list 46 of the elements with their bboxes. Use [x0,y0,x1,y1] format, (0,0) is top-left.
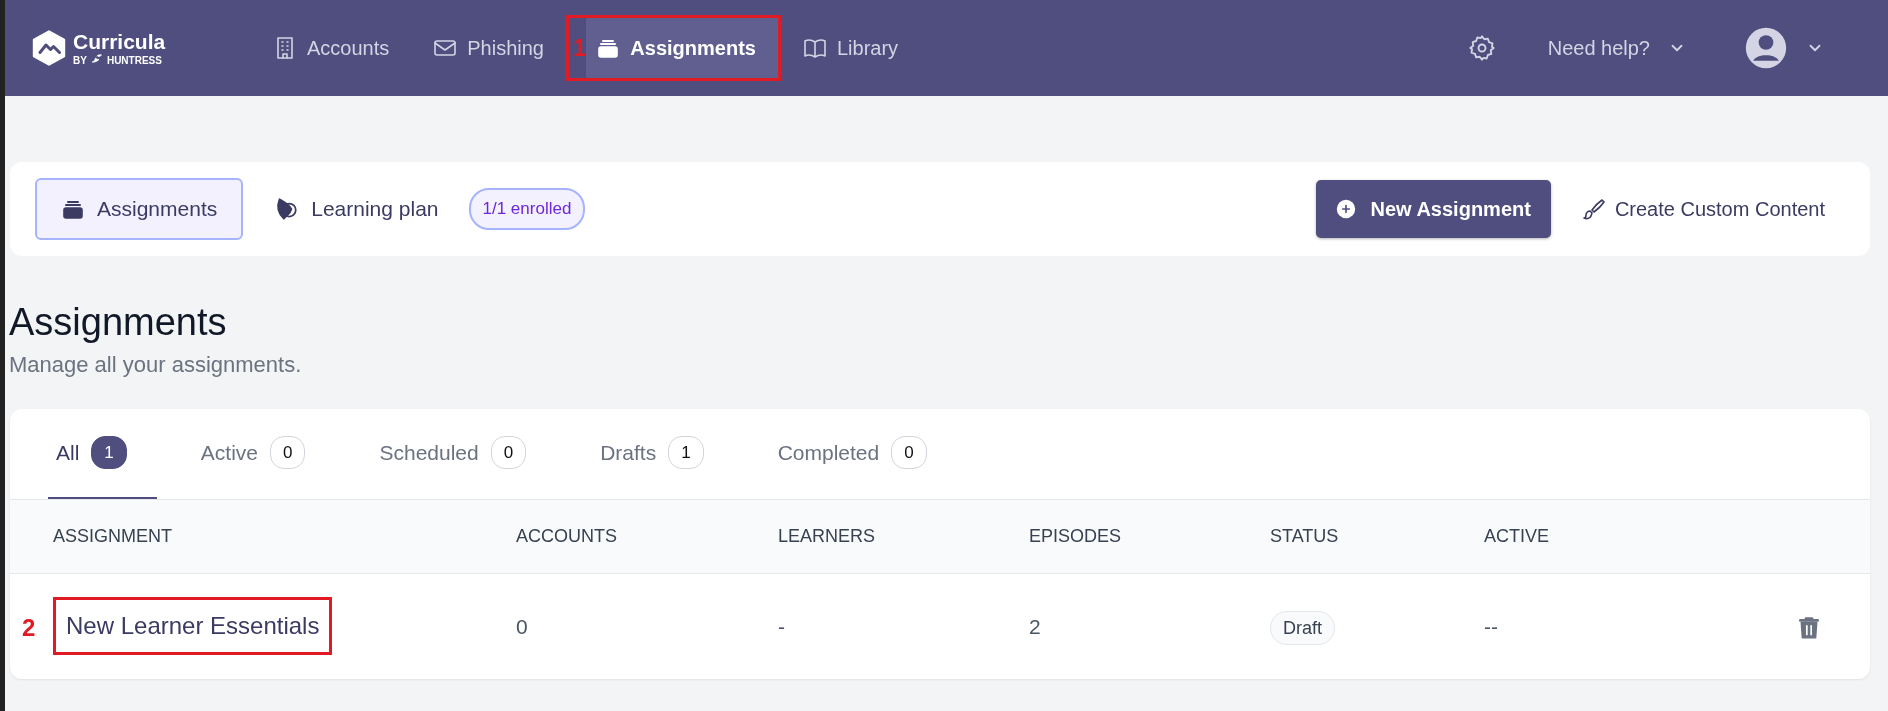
status-badge: Draft [1270,610,1335,645]
book-icon [802,36,827,60]
count-badge: 1 [91,435,127,470]
callout-number: 1 [573,33,587,63]
section-tab[interactable]: Learning plan [247,178,465,240]
table-cell: -- [1484,614,1498,638]
brand-byline: HUNTRESS [106,55,162,66]
filter-tab[interactable]: Active 0 [192,408,336,499]
assignment-link[interactable]: New Learner Essentials [66,608,320,645]
logo-icon [31,28,67,68]
column-header: EPISODES [1029,525,1122,546]
enrolled-badge: 1/1 enrolled [468,188,586,230]
nav-link[interactable]: Accounts [251,18,412,78]
count-badge: 1 [668,435,704,470]
column-header: ACCOUNTS [516,525,617,546]
nav-link[interactable]: Phishing [411,18,566,78]
avatar-icon [1744,26,1788,70]
plus-circle-icon [1336,199,1357,219]
count-badge: 0 [891,435,927,470]
page-subtitle: Manage all your assignments. [9,350,303,379]
count-badge: 0 [270,435,306,470]
filter-tab[interactable]: Scheduled 0 [371,408,557,499]
filter-tab[interactable]: All 1 [48,408,157,499]
nav-link[interactable]: Assignments [586,18,778,78]
filter-tab[interactable]: Drafts 1 [592,408,734,499]
settings-icon [1467,34,1496,62]
table-cell: 0 [516,614,528,638]
new-assignment-button[interactable]: New Assignment [1316,180,1551,238]
brand-name: Curricula [73,30,166,52]
column-header: ACTIVE [1484,525,1549,546]
table-cell: - [778,614,785,638]
page-title: Assignments [9,300,228,345]
callout-number: 2 [22,613,36,644]
filter-tab[interactable]: Completed 0 [769,408,957,499]
column-header: STATUS [1270,525,1339,546]
column-header: ASSIGNMENT [53,525,172,546]
brand-byline: BY [73,55,87,66]
column-header: LEARNERS [778,525,876,546]
paintbrush-icon [1580,197,1605,221]
help-dropdown[interactable]: Need help? [1541,32,1692,64]
section-tab[interactable]: Assignments [35,178,244,240]
create-content-link[interactable]: Create Custom Content [1580,194,1825,224]
settings-button[interactable] [1467,34,1496,62]
count-badge: 0 [490,435,527,470]
nav-link[interactable]: Library [780,18,921,78]
table-cell: 2 [1029,614,1041,638]
